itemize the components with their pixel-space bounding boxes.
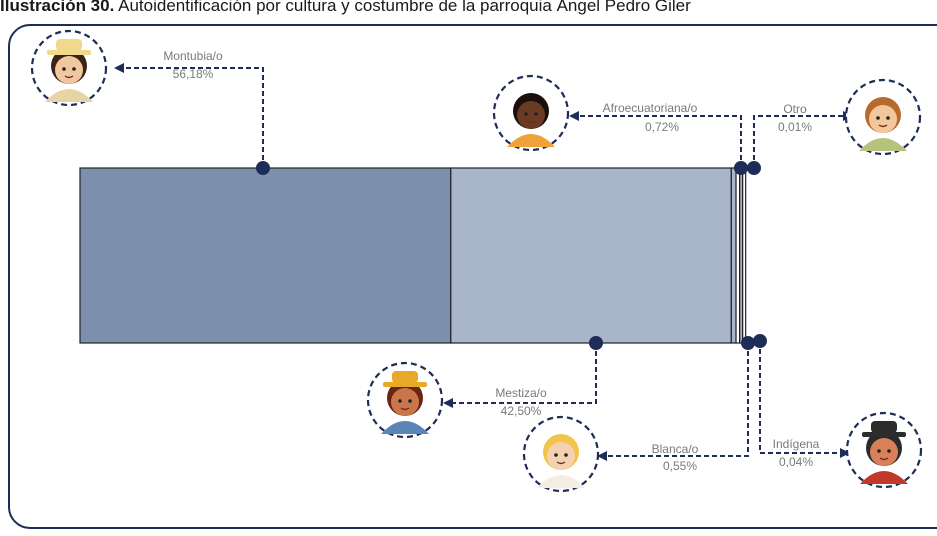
callout-3: Blanca/o 0,55% bbox=[522, 336, 755, 493]
category-label-4: Indígena bbox=[773, 437, 820, 451]
bar-segment-1 bbox=[450, 167, 732, 344]
avatar-eye-left bbox=[877, 449, 881, 453]
avatar-eye-right bbox=[886, 116, 890, 120]
anchor-dot-0 bbox=[256, 161, 270, 175]
avatar-eye-left bbox=[876, 116, 880, 120]
avatar-face bbox=[55, 56, 83, 84]
value-label-0: 56,18% bbox=[173, 67, 214, 81]
mestiza-avatar-icon bbox=[366, 361, 444, 439]
afroecuatoriana-avatar-icon bbox=[492, 74, 570, 152]
avatar-hat-crown bbox=[871, 421, 897, 433]
value-label-3: 0,55% bbox=[663, 459, 697, 473]
indigena-avatar-icon bbox=[845, 411, 923, 489]
value-label-1: 42,50% bbox=[501, 404, 542, 418]
avatar-hat-crown bbox=[56, 39, 82, 51]
avatar-eye-left bbox=[398, 399, 402, 403]
value-label-5: 0,01% bbox=[778, 120, 812, 134]
category-label-5: Otro bbox=[783, 102, 807, 116]
montubia-avatar-icon bbox=[30, 29, 108, 107]
avatar-eye-right bbox=[564, 453, 568, 457]
avatar-eye-left bbox=[62, 67, 66, 71]
anchor-dot-3 bbox=[741, 336, 755, 350]
bar-segments bbox=[79, 167, 747, 344]
value-label-2: 0,72% bbox=[645, 120, 679, 134]
callout-0: Montubia/o 56,18% bbox=[30, 29, 270, 175]
anchor-dot-5 bbox=[747, 161, 761, 175]
anchor-dot-4 bbox=[753, 334, 767, 348]
avatar-eye-right bbox=[534, 112, 538, 116]
avatar-eye-right bbox=[72, 67, 76, 71]
anchor-dot-1 bbox=[589, 336, 603, 350]
callout-4: Indígena 0,04% bbox=[753, 334, 923, 489]
avatar-eye-left bbox=[554, 453, 558, 457]
avatar-face bbox=[547, 442, 575, 470]
category-label-1: Mestiza/o bbox=[495, 386, 547, 400]
category-label-0: Montubia/o bbox=[163, 49, 223, 63]
anchor-dot-2 bbox=[734, 161, 748, 175]
callout-2: Afroecuatoriana/o 0,72% bbox=[492, 74, 748, 175]
stacked-bar-chart: Montubia/o 56,18% Mestiza/o 42,50% Afroecuat… bbox=[30, 29, 923, 493]
avatar-eye-right bbox=[887, 449, 891, 453]
avatar-hat-crown bbox=[392, 371, 418, 383]
avatar-face bbox=[391, 388, 419, 416]
otro-avatar-icon bbox=[844, 78, 922, 156]
avatar-face bbox=[517, 101, 545, 129]
bar-segment-5 bbox=[742, 167, 747, 344]
blanca-avatar-icon bbox=[522, 415, 600, 493]
bar-segment-2 bbox=[730, 167, 737, 344]
avatar-eye-left bbox=[524, 112, 528, 116]
connector-line-0 bbox=[114, 63, 264, 168]
avatar-face bbox=[870, 438, 898, 466]
connector-line-3 bbox=[597, 343, 749, 461]
callout-5: Otro 0,01% bbox=[747, 78, 922, 175]
avatar-eye-right bbox=[408, 399, 412, 403]
category-label-3: Blanca/o bbox=[652, 442, 699, 456]
bar-segment-0 bbox=[79, 167, 452, 344]
category-label-2: Afroecuatoriana/o bbox=[603, 101, 698, 115]
avatar-face bbox=[869, 105, 897, 133]
value-label-4: 0,04% bbox=[779, 455, 813, 469]
